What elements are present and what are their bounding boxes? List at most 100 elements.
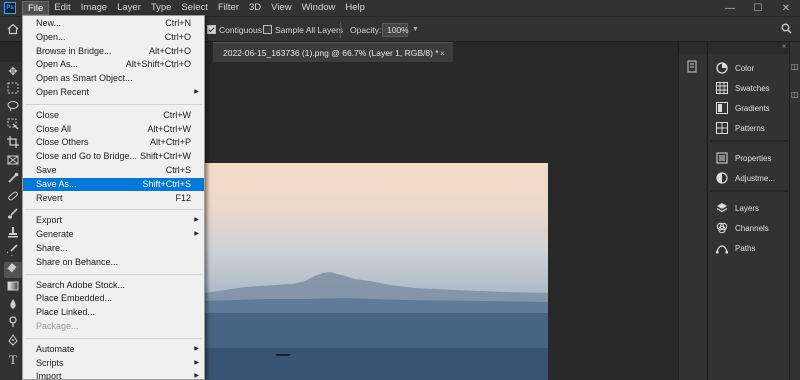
crop-tool-icon[interactable] (4, 136, 22, 152)
options-divider (340, 22, 341, 38)
file-menu-item-close-all[interactable]: Close All Alt+Ctrl+W (23, 123, 204, 136)
menu-window[interactable]: Window (297, 1, 341, 15)
document-tab-bar: 2022-06-15_163736 (1).png @ 66.7% (Layer… (205, 42, 675, 62)
menu-item-shortcut: Shift+Ctrl+S (142, 178, 191, 189)
color-wheel-icon (715, 62, 729, 74)
sample-all-layers-checkbox[interactable] (263, 25, 272, 34)
close-window-button[interactable]: ✕ (772, 3, 800, 14)
panel-label: Adjustme... (735, 173, 776, 183)
menu-item-shortcut: Ctrl+W (163, 109, 191, 120)
menu-item-shortcut: Ctrl+N (165, 18, 191, 28)
properties-icon (715, 152, 729, 164)
opacity-dropdown-icon[interactable]: ▼ (412, 26, 419, 33)
file-menu-item-automate[interactable]: Automate ▶ (23, 343, 204, 356)
frame-tool-icon[interactable] (4, 154, 22, 170)
file-menu-item-package: Package... (23, 320, 204, 333)
panel-swatches[interactable]: Swatches (708, 78, 790, 98)
menu-filter[interactable]: Filter (213, 1, 244, 15)
panel-channels[interactable]: Channels (708, 218, 790, 238)
menu-select[interactable]: Select (176, 1, 212, 15)
menu-3d[interactable]: 3D (244, 1, 266, 15)
marquee-tool-icon[interactable] (4, 82, 22, 98)
panel-color[interactable]: Color (708, 58, 790, 78)
home-icon[interactable] (6, 23, 20, 37)
file-menu-item-open-as[interactable]: Open As... Alt+Shift+Ctrl+O (23, 58, 204, 71)
file-menu-item-open-as-smart-object[interactable]: Open as Smart Object... (23, 72, 204, 85)
menu-view[interactable]: View (266, 1, 296, 15)
menu-item-label: Place Embedded... (36, 293, 113, 304)
panel-layers[interactable]: Layers (708, 198, 790, 218)
move-tool-icon[interactable]: ✥ (4, 64, 22, 80)
file-menu-item-save[interactable]: Save Ctrl+S (23, 164, 204, 177)
panel-properties[interactable]: Properties (708, 148, 790, 168)
minimize-button[interactable]: — (716, 3, 744, 14)
file-menu-item-import[interactable]: Import ▶ (23, 370, 204, 380)
clone-stamp-tool-icon[interactable] (4, 226, 22, 242)
file-menu-item-place-linked[interactable]: Place Linked... (23, 306, 204, 319)
menu-item-label: Close All (36, 123, 72, 134)
file-menu-item-search-adobe-stock[interactable]: Search Adobe Stock... (23, 279, 204, 292)
file-menu-item-place-embedded[interactable]: Place Embedded... (23, 292, 204, 305)
file-menu-item-share-on-behance[interactable]: Share on Behance... (23, 256, 204, 269)
menu-edit[interactable]: Edit (49, 1, 75, 15)
lasso-tool-icon[interactable] (4, 100, 22, 116)
panel-adjustme[interactable]: Adjustme... (708, 168, 790, 188)
file-menu-item-export[interactable]: Export ▶ (23, 214, 204, 227)
dodge-tool-icon[interactable] (4, 316, 22, 332)
menu-item-shortcut: F12 (175, 192, 191, 203)
quick-selection-tool-icon[interactable] (4, 118, 22, 134)
document-tab[interactable]: 2022-06-15_163736 (1).png @ 66.7% (Layer… (213, 42, 453, 62)
file-menu-item-new[interactable]: New... Ctrl+N (23, 17, 204, 30)
document-image[interactable] (205, 163, 548, 380)
menu-type[interactable]: Type (146, 1, 177, 15)
menu-image[interactable]: Image (76, 1, 112, 15)
brush-tool-icon[interactable] (4, 208, 22, 224)
history-panel-icon[interactable] (685, 60, 701, 76)
history-brush-tool-icon[interactable] (4, 244, 22, 260)
libraries-panel-icon[interactable]: ◫ (791, 62, 800, 74)
submenu-arrow-icon: ▶ (194, 373, 199, 380)
type-tool-icon[interactable]: T (4, 352, 22, 368)
file-menu-item-share[interactable]: Share... (23, 242, 204, 255)
menu-item-shortcut: Shift+Ctrl+W (139, 151, 191, 162)
menu-layer[interactable]: Layer (112, 1, 146, 15)
file-menu-item-close-and-go-to-bridge[interactable]: Close and Go to Bridge... Shift+Ctrl+W (23, 150, 204, 163)
file-menu-item-scripts[interactable]: Scripts ▶ (23, 357, 204, 370)
menu-item-shortcut: Alt+Ctrl+W (147, 123, 191, 134)
panel-paths[interactable]: Paths (708, 238, 790, 258)
opacity-field[interactable]: 100% (382, 23, 409, 37)
pen-tool-icon[interactable] (4, 334, 22, 350)
maximize-button[interactable]: ☐ (744, 3, 772, 14)
menu-help[interactable]: Help (340, 1, 370, 15)
gradient-tool-icon[interactable] (4, 280, 22, 296)
file-menu-item-close-others[interactable]: Close Others Alt+Ctrl+P (23, 136, 204, 149)
contiguous-checkbox[interactable] (207, 25, 216, 34)
blur-tool-icon[interactable] (4, 298, 22, 314)
menu-item-label: Automate (36, 343, 75, 354)
menu-separator (25, 273, 202, 275)
file-menu-item-revert[interactable]: Revert F12 (23, 192, 204, 205)
file-menu-item-generate[interactable]: Generate ▶ (23, 228, 204, 241)
channels-icon (715, 222, 729, 234)
learn-panel-icon[interactable]: ◫ (791, 90, 800, 102)
panel-label: Swatches (735, 83, 770, 93)
search-icon[interactable] (779, 23, 793, 37)
menu-item-shortcut: Alt+Ctrl+P (149, 137, 191, 148)
panel-patterns[interactable]: Patterns (708, 118, 790, 138)
menu-items: File Edit Image Layer Type Select Filter 3D View… (22, 1, 370, 15)
file-menu-item-close[interactable]: Close Ctrl+W (23, 109, 204, 122)
file-menu-item-save-as[interactable]: Save As... Shift+Ctrl+S (23, 177, 204, 191)
panels-column: « Color Swatches Gradients Patterns Properti… (707, 42, 790, 380)
panel-label: Properties (735, 153, 772, 163)
menu-file[interactable]: File (22, 1, 50, 15)
panel-label: Patterns (735, 123, 765, 133)
file-menu-item-open[interactable]: Open... Ctrl+O (23, 31, 204, 44)
file-menu-item-open-recent[interactable]: Open Recent ▶ (23, 86, 204, 99)
menu-item-label: Save As... (36, 178, 77, 189)
close-tab-icon[interactable]: × (440, 43, 445, 63)
eraser-tool-icon[interactable] (4, 262, 22, 278)
panel-gradients[interactable]: Gradients (708, 98, 790, 118)
eyedropper-tool-icon[interactable] (4, 172, 22, 188)
healing-brush-tool-icon[interactable] (4, 190, 22, 206)
file-menu-item-browse-in-bridge[interactable]: Browse in Bridge... Alt+Ctrl+O (23, 45, 204, 58)
